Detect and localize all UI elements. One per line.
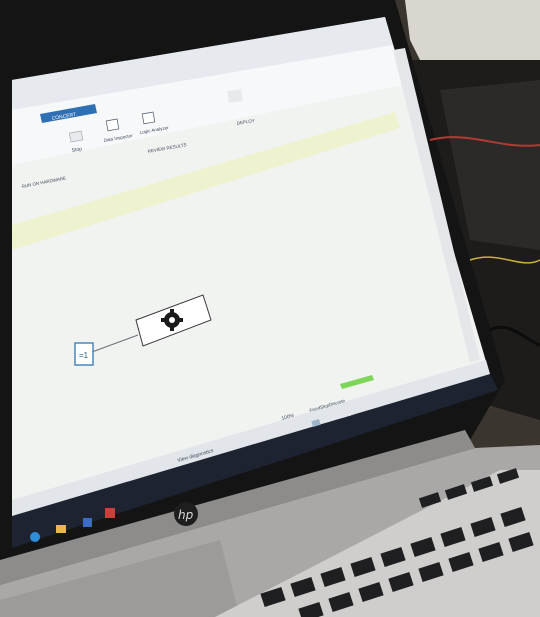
taskbar-matlab-icon[interactable]	[105, 508, 115, 518]
taskbar-edge-icon[interactable]	[30, 532, 40, 542]
deploy-button[interactable]	[227, 88, 243, 104]
svg-text:hp: hp	[178, 508, 194, 522]
taskbar-folder-icon[interactable]	[56, 525, 66, 533]
hp-logo: hp	[174, 502, 198, 526]
constant-block[interactable]: =1	[74, 342, 94, 366]
constant-block-icon: =1	[79, 351, 89, 360]
taskbar-app-icon[interactable]	[83, 518, 92, 527]
